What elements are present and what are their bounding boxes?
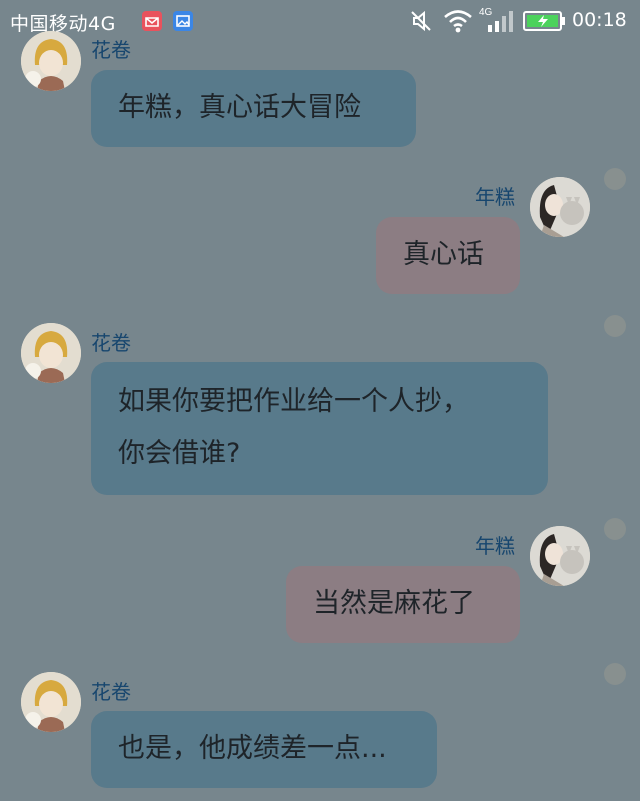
avatar-niangao[interactable] — [530, 177, 590, 237]
status-dot — [604, 315, 626, 337]
signal-icon: 4G — [479, 7, 513, 32]
message-bubble[interactable]: 当然是麻花了 — [286, 566, 520, 643]
wifi-icon — [444, 10, 472, 33]
message-bubble[interactable]: 真心话 — [376, 217, 520, 294]
message-text: 年糕，真心话大冒险 — [118, 92, 361, 123]
clock: 00:18 — [572, 9, 627, 31]
mute-icon — [411, 10, 431, 32]
message-text-line: 你会借谁? — [118, 438, 241, 469]
carrier-label: 中国移动4G — [10, 13, 116, 35]
message-bubble[interactable]: 也是，他成绩差一点... — [91, 711, 437, 788]
sender-name: 年糕 — [475, 185, 515, 209]
message-text: 真心话 — [403, 239, 484, 270]
avatar-niangao[interactable] — [530, 526, 590, 586]
sender-name: 年糕 — [475, 534, 515, 558]
message-bubble[interactable]: 如果你要把作业给一个人抄， 你会借谁? — [91, 362, 548, 495]
avatar-huajuan[interactable] — [21, 672, 81, 732]
battery-charging-icon — [523, 11, 565, 31]
message-text: 也是，他成绩差一点... — [118, 733, 387, 764]
sender-name: 花卷 — [91, 38, 131, 62]
mail-app-icon — [142, 11, 162, 31]
status-dot — [604, 663, 626, 685]
sender-name: 花卷 — [91, 331, 131, 355]
avatar-huajuan[interactable] — [21, 323, 81, 383]
message-text: 当然是麻花了 — [313, 588, 475, 619]
sender-name: 花卷 — [91, 680, 131, 704]
svg-text:4G: 4G — [479, 7, 493, 18]
message-text-line: 如果你要把作业给一个人抄， — [118, 386, 469, 417]
gallery-app-icon — [173, 11, 193, 31]
avatar-huajuan[interactable] — [21, 31, 81, 91]
status-dot — [604, 518, 626, 540]
status-dot — [604, 168, 626, 190]
message-bubble[interactable]: 年糕，真心话大冒险 — [91, 70, 416, 147]
